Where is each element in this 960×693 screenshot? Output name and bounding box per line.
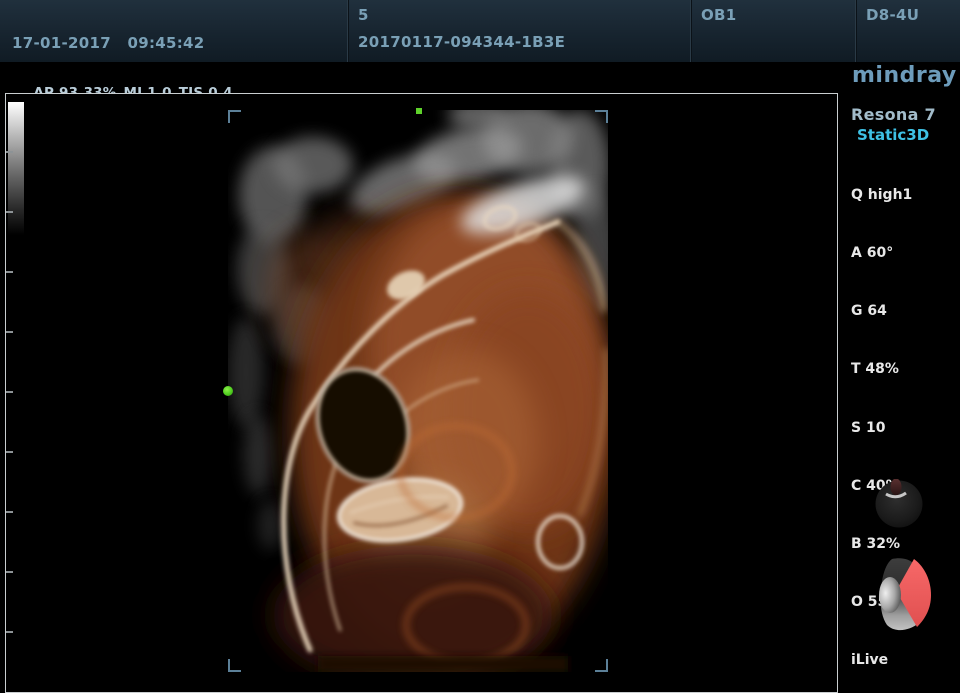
header-cell-transducer: D8-4U <box>855 0 960 62</box>
frame-number: 5 <box>358 6 369 24</box>
grayscale-map-icon <box>8 102 24 235</box>
trackball-icon <box>874 479 924 529</box>
header-cell-datetime: 17-01-2017 09:45:42 <box>0 0 347 62</box>
header-cell-exam-mode: OB1 <box>690 0 855 62</box>
mindray-logo: mindray <box>852 63 957 88</box>
depth-ruler-tick <box>6 631 13 633</box>
depth-ruler-tick <box>6 151 13 153</box>
param-brightness: B 32% <box>851 535 912 554</box>
depth-ruler-tick <box>6 511 13 513</box>
roi-bracket-top-right <box>595 110 608 123</box>
param-angle: A 60° <box>851 244 912 263</box>
roi-bracket-bottom-right <box>595 659 608 672</box>
header-bar: 17-01-2017 09:45:42 5 20170117-094344-1B… <box>0 0 960 62</box>
render-mode: Static3D <box>857 126 929 144</box>
param-quality: Q high1 <box>851 186 912 205</box>
3d-ultrasound-render <box>228 110 608 672</box>
exam-id: 20170117-094344-1B3E <box>358 33 565 51</box>
param-gain: G 64 <box>851 302 912 321</box>
status-row: AP 93.33%MI 1.0TIS 0.4 mindray <box>0 62 960 93</box>
depth-ruler-tick <box>6 571 13 573</box>
probe-orientation-icon <box>879 557 933 633</box>
image-area[interactable] <box>5 93 838 693</box>
depth-ruler-tick <box>6 271 13 273</box>
exam-mode: OB1 <box>701 6 737 24</box>
roi-bracket-bottom-left <box>228 659 241 672</box>
ultrasound-screen: 17-01-2017 09:45:42 5 20170117-094344-1B… <box>0 0 960 693</box>
datetime: 17-01-2017 09:45:42 <box>12 34 205 52</box>
depth-ruler-tick <box>6 451 13 453</box>
param-ilive: iLive <box>851 651 912 670</box>
header-cell-exam: 5 20170117-094344-1B3E <box>347 0 690 62</box>
transducer-name: D8-4U <box>866 6 919 24</box>
param-threshold: T 48% <box>851 360 912 379</box>
depth-ruler-tick <box>6 391 13 393</box>
roi-marker-top[interactable] <box>416 108 422 114</box>
depth-ruler-tick <box>6 211 13 213</box>
roi-bracket-top-left <box>228 110 241 123</box>
depth-ruler-tick <box>6 331 13 333</box>
clip-shadow <box>318 656 568 672</box>
param-smooth: S 10 <box>851 419 912 438</box>
roi-marker-left[interactable] <box>223 386 233 396</box>
system-name: Resona 7 <box>851 105 936 124</box>
